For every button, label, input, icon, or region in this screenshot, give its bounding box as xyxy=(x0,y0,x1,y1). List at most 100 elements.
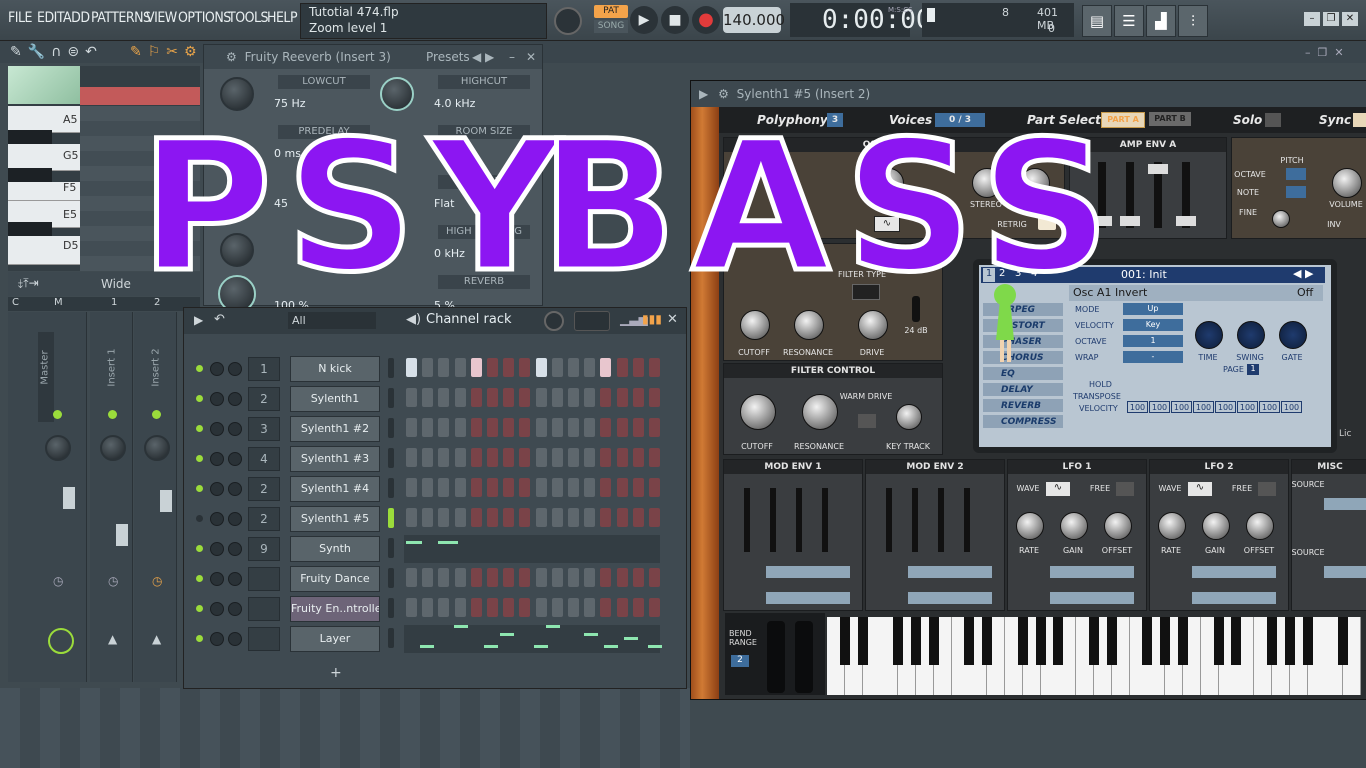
synth-black-key[interactable] xyxy=(839,617,850,665)
synth-black-key[interactable] xyxy=(1338,617,1349,665)
synth-black-key[interactable] xyxy=(982,617,993,665)
channel-volume-knob[interactable] xyxy=(228,512,242,526)
fx-tab-reverb[interactable]: REVERB xyxy=(983,399,1063,413)
channel-piano-roll-preview[interactable] xyxy=(404,535,660,563)
channel-mixer-track[interactable]: 3 xyxy=(248,417,280,441)
synth-black-key[interactable] xyxy=(857,617,868,665)
step-button[interactable] xyxy=(503,448,515,467)
step-button[interactable] xyxy=(503,478,515,497)
step-button[interactable] xyxy=(503,598,515,617)
channel-select-indicator[interactable] xyxy=(388,388,394,408)
step-button[interactable] xyxy=(438,508,450,527)
channel-volume-knob[interactable] xyxy=(228,452,242,466)
filter-drive-knob[interactable] xyxy=(858,310,888,340)
record-button[interactable]: ● xyxy=(692,6,720,34)
octave-value[interactable] xyxy=(1286,168,1306,180)
channel-name-button[interactable]: Layer xyxy=(290,626,380,652)
velocity-lane[interactable] xyxy=(8,66,80,104)
channel-volume-knob[interactable] xyxy=(228,542,242,556)
step-button[interactable] xyxy=(568,358,579,377)
rack-step-counter[interactable] xyxy=(574,311,610,331)
channel-pan-knob[interactable] xyxy=(210,422,224,436)
gear-icon[interactable]: ⚙ xyxy=(226,50,237,64)
step-button[interactable] xyxy=(470,418,482,437)
mute-led[interactable] xyxy=(152,410,161,419)
key-track-knob[interactable] xyxy=(896,404,922,430)
step-button[interactable] xyxy=(551,358,563,377)
step-button[interactable] xyxy=(600,598,612,617)
step-button[interactable] xyxy=(568,418,579,437)
channel-name-button[interactable]: Sylenth1 #3 xyxy=(290,446,380,472)
step-button[interactable] xyxy=(551,478,563,497)
velocity-cell[interactable]: 100 xyxy=(1281,401,1302,413)
step-button[interactable] xyxy=(649,418,660,437)
step-button[interactable] xyxy=(649,478,660,497)
arp-param-value[interactable]: Up xyxy=(1123,303,1183,315)
step-button[interactable] xyxy=(422,508,434,527)
step-button[interactable] xyxy=(600,448,612,467)
channel-name-button[interactable]: Sylenth1 #2 xyxy=(290,416,380,442)
step-button[interactable] xyxy=(470,388,482,407)
step-button[interactable] xyxy=(616,388,628,407)
volume-fader[interactable] xyxy=(160,490,172,512)
step-button[interactable] xyxy=(438,448,450,467)
step-button[interactable] xyxy=(551,568,563,587)
channel-name-button[interactable]: Sylenth1 #4 xyxy=(290,476,380,502)
step-button[interactable] xyxy=(503,418,515,437)
step-button[interactable] xyxy=(551,388,563,407)
clock-icon[interactable]: ◷ xyxy=(53,574,63,588)
arp-param-value[interactable]: 1 xyxy=(1123,335,1183,347)
step-button[interactable] xyxy=(584,478,596,497)
channel-mixer-track[interactable]: 9 xyxy=(248,537,280,561)
misc-source-2[interactable] xyxy=(1324,566,1366,578)
channel-pan-knob[interactable] xyxy=(210,542,224,556)
step-button[interactable] xyxy=(649,388,660,407)
step-button[interactable] xyxy=(487,598,498,617)
step-button[interactable] xyxy=(584,388,596,407)
steps-icon[interactable]: ▮▮▮ xyxy=(642,312,662,326)
pan-knob[interactable] xyxy=(144,435,170,461)
step-button[interactable] xyxy=(470,508,482,527)
velocity-cell[interactable]: 100 xyxy=(1215,401,1236,413)
channel-select-indicator[interactable] xyxy=(388,478,394,498)
page-value[interactable]: 1 xyxy=(1247,364,1259,375)
fx-tab-compress[interactable]: COMPRESS xyxy=(983,415,1063,429)
clock-icon[interactable]: ◷ xyxy=(108,574,118,588)
synth-black-key[interactable] xyxy=(893,617,904,665)
release-handle[interactable] xyxy=(1176,216,1196,226)
step-button[interactable] xyxy=(600,388,612,407)
route-arrow-icon[interactable]: ▲ xyxy=(152,632,161,646)
arp-swing-knob[interactable] xyxy=(1237,321,1265,349)
menu-tools[interactable]: TOOLS xyxy=(228,10,269,26)
step-button[interactable] xyxy=(519,418,531,437)
solo-toggle[interactable] xyxy=(1265,113,1281,127)
channel-select-indicator[interactable] xyxy=(388,508,394,528)
step-button[interactable] xyxy=(568,508,579,527)
channel-select-indicator[interactable] xyxy=(388,448,394,468)
mod1-attack-slider[interactable] xyxy=(744,488,750,552)
synth-black-key[interactable] xyxy=(928,617,939,665)
preset-arrows-icon[interactable]: ◀ ▶ xyxy=(1293,267,1313,280)
step-button[interactable] xyxy=(422,418,434,437)
synth-black-key[interactable] xyxy=(1284,617,1295,665)
mod2-dest-2[interactable] xyxy=(908,592,992,604)
menu-file[interactable]: FILE xyxy=(8,10,32,26)
song-mode[interactable]: SONG xyxy=(594,20,628,33)
synth-black-key[interactable] xyxy=(911,617,921,665)
step-button[interactable] xyxy=(406,508,417,527)
step-button[interactable] xyxy=(632,358,644,377)
mixer-strip-insert2[interactable]: Insert 2 ◷ ▲ xyxy=(134,312,177,682)
step-button[interactable] xyxy=(470,358,482,377)
master-volume-knob[interactable] xyxy=(554,7,582,35)
mod-wheel[interactable] xyxy=(795,621,813,693)
step-button[interactable] xyxy=(406,478,417,497)
step-button[interactable] xyxy=(600,418,612,437)
clock-icon[interactable]: ◷ xyxy=(152,574,162,588)
step-button[interactable] xyxy=(503,358,515,377)
channel-mute-led[interactable] xyxy=(196,605,203,612)
channel-mixer-track[interactable]: 2 xyxy=(248,477,280,501)
channel-volume-knob[interactable] xyxy=(228,602,242,616)
step-button[interactable] xyxy=(616,568,628,587)
step-button[interactable] xyxy=(487,478,498,497)
tempo-display[interactable]: 140.000 xyxy=(723,7,785,33)
